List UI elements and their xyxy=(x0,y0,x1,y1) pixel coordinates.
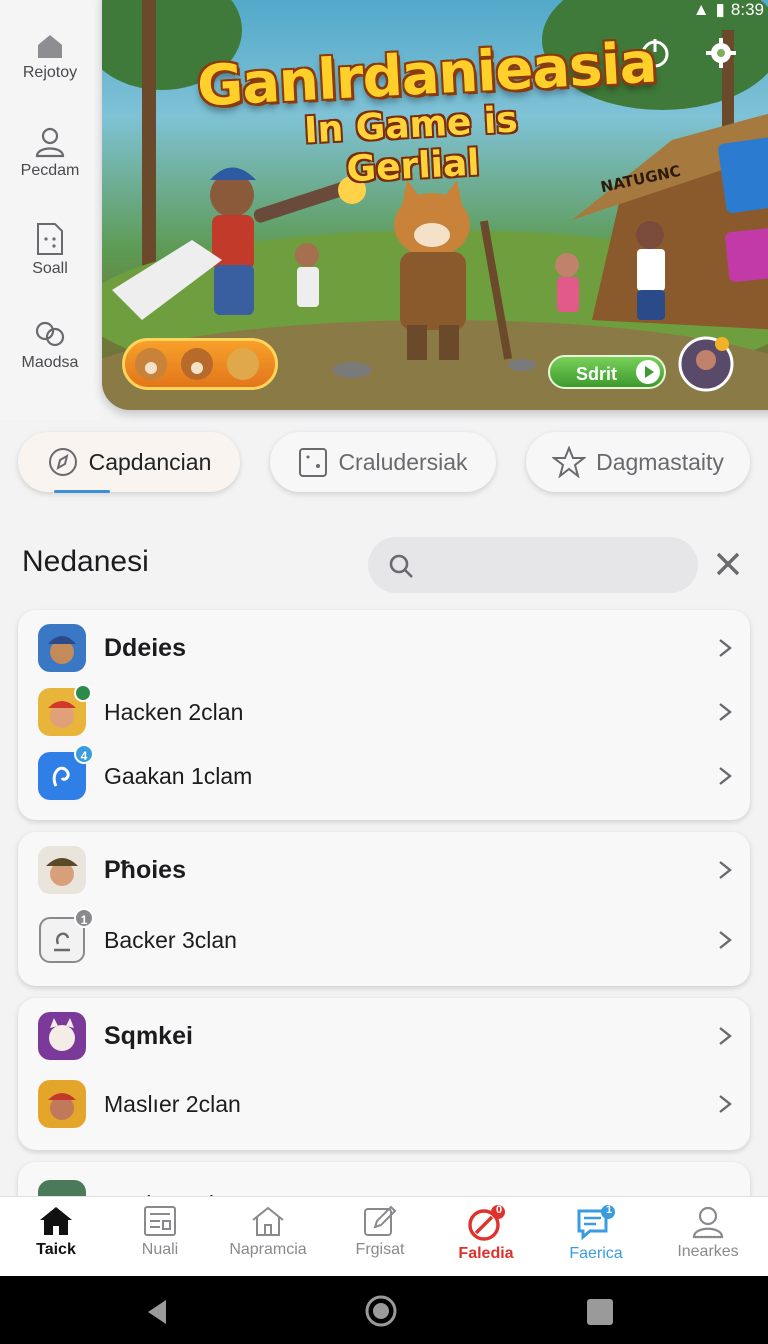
count-badge: 1 xyxy=(605,1204,613,1216)
section-title: Nedanesi xyxy=(22,545,149,578)
person-icon xyxy=(35,127,65,158)
nav-item-taick[interactable]: Taick xyxy=(6,1205,106,1259)
close-icon[interactable] xyxy=(714,550,742,578)
chevron-right-icon xyxy=(719,861,732,879)
nav-item-label: Faerica xyxy=(569,1245,623,1262)
list-item[interactable]: Sqmkei xyxy=(18,1004,750,1068)
home-button-icon[interactable] xyxy=(364,1294,398,1328)
chevron-right-icon xyxy=(719,931,732,949)
rail-item-rejotoy[interactable]: Rejotoy xyxy=(0,32,100,82)
tab-craludersiak[interactable]: Craludersiak xyxy=(270,432,496,492)
list-item[interactable]: 1 Backer 3clan xyxy=(18,908,750,972)
list-item[interactable]: Pħoies xyxy=(18,838,750,902)
news-icon xyxy=(144,1206,176,1236)
nav-item-label: Frgisat xyxy=(355,1241,405,1258)
bottom-navigation: Taick Nuali Napramcia Frgisat Faledia 0 … xyxy=(0,1196,768,1276)
gear-icon[interactable] xyxy=(704,36,738,70)
list-item-label: Backer 3clan xyxy=(104,927,237,953)
list-item[interactable]: 4 Gaakan 1clam xyxy=(18,744,750,808)
document-icon xyxy=(37,223,63,255)
dice-icon xyxy=(299,448,328,477)
player-avatar[interactable] xyxy=(678,336,734,392)
list-item[interactable]: Maslıer 2clan xyxy=(18,1072,750,1136)
tab-label: Dagmastaity xyxy=(596,448,724,475)
list-item-label: Sqmkei xyxy=(104,1022,193,1050)
rail-item-label: Soall xyxy=(32,260,68,277)
rail-item-pecdam[interactable]: Pecdam xyxy=(0,126,100,180)
count-badge: 1 xyxy=(74,908,94,928)
count-badge: 0 xyxy=(495,1204,503,1216)
chevron-right-icon xyxy=(719,703,732,721)
rail-item-maodsa[interactable]: Maodsa xyxy=(0,320,100,372)
battery-icon: ▮ xyxy=(715,0,725,19)
back-icon[interactable] xyxy=(144,1298,170,1326)
avatar xyxy=(38,1012,86,1060)
hero-subtitle: In Game is Gerlial xyxy=(303,99,519,191)
star-icon xyxy=(552,446,587,478)
fox-avatars-icon xyxy=(135,348,259,380)
chevron-right-icon xyxy=(719,1095,732,1113)
nav-item-inearkes[interactable]: Inearkes xyxy=(656,1205,760,1261)
list-item[interactable]: Hacken 2clan xyxy=(18,680,750,744)
nav-item-frgisat[interactable]: Frgisat xyxy=(330,1205,430,1259)
nav-item-label: Faledia xyxy=(458,1245,514,1262)
avatar xyxy=(38,624,86,672)
nav-item-label: Taick xyxy=(36,1241,76,1258)
clan-group-card: Pħoies 1 Backer 3clan xyxy=(18,832,750,986)
clan-group-card: Sqmkei Maslıer 2clan xyxy=(18,998,750,1150)
list-item-label: Gaakan 1clam xyxy=(104,763,253,789)
tab-capdancian[interactable]: Capdancian xyxy=(18,432,240,493)
start-button-label: Sdrit xyxy=(576,364,618,384)
nav-item-napramcia[interactable]: Napramcia xyxy=(216,1205,320,1259)
nav-item-label: Nuali xyxy=(141,1241,179,1258)
search-input[interactable] xyxy=(368,537,698,593)
list-item-label: Hacken 2clan xyxy=(104,699,244,725)
signal-icon: ▲ xyxy=(692,0,710,19)
clan-group-card: Ddeies Hacken 2clan 4 Gaakan 1clam xyxy=(18,610,750,820)
tab-label: Capdancian xyxy=(88,448,212,475)
compass-icon xyxy=(48,448,77,476)
avatar xyxy=(38,846,86,894)
nav-item-faerica[interactable]: Faerica 1 xyxy=(546,1204,646,1263)
list-item[interactable]: Ddeies xyxy=(18,616,750,680)
home-icon xyxy=(40,1207,72,1235)
chevron-right-icon xyxy=(719,639,732,657)
avatar xyxy=(38,1080,86,1128)
edit-icon xyxy=(364,1205,397,1236)
rail-item-label: Rejotoy xyxy=(22,64,78,81)
tab-dagmastaity[interactable]: Dagmastaity xyxy=(526,432,750,492)
play-icon xyxy=(636,360,660,384)
home-icon xyxy=(38,35,62,58)
hero-avatar-strip[interactable] xyxy=(122,338,278,390)
tab-label: Craludersiak xyxy=(338,448,468,475)
system-navigation-bar xyxy=(0,1276,768,1344)
hero-banner[interactable]: ▲ ▮ 8:39 Ganlrdanieasia In Game is Gerli… xyxy=(102,0,768,410)
left-rail: Rejotoy Pecdam Soall Maodsa xyxy=(0,0,100,420)
recents-icon[interactable] xyxy=(586,1298,614,1326)
nav-item-nuali[interactable]: Nuali xyxy=(110,1205,210,1259)
people-icon xyxy=(35,321,65,347)
status-time: 8:39 xyxy=(730,0,764,19)
rail-item-label: Pecdam xyxy=(20,162,80,179)
status-bar: ▲ ▮ 8:39 xyxy=(693,0,764,20)
profile-icon xyxy=(692,1206,724,1239)
list-item-label: Ddeies xyxy=(104,634,186,662)
house-icon xyxy=(252,1206,284,1236)
rail-item-soall[interactable]: Soall xyxy=(0,222,100,278)
nav-item-faledia[interactable]: Faledia 0 xyxy=(436,1204,536,1263)
start-button[interactable]: Sdrit xyxy=(548,355,666,389)
list-item-label: Pħoies xyxy=(104,856,186,884)
chevron-right-icon xyxy=(719,767,732,785)
nav-item-label: Inearkes xyxy=(677,1243,739,1260)
count-badge: 4 xyxy=(74,744,94,764)
chevron-right-icon xyxy=(719,1027,732,1045)
rail-item-label: Maodsa xyxy=(21,354,79,371)
list-item-label: Maslıer 2clan xyxy=(104,1091,241,1117)
tab-active-indicator xyxy=(54,490,110,493)
search-icon xyxy=(389,554,413,578)
status-badge xyxy=(74,684,92,702)
nav-item-label: Napramcia xyxy=(229,1241,307,1258)
